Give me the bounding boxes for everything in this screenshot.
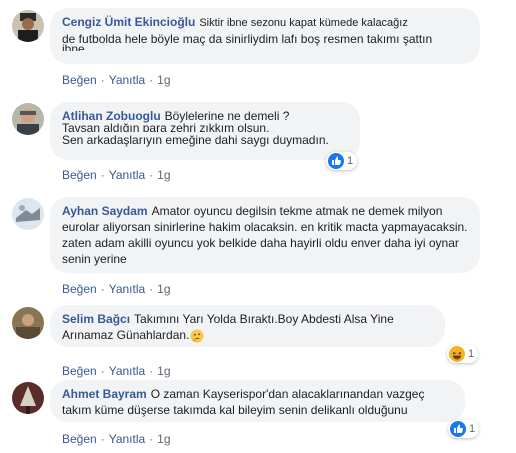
comment-time[interactable]: 1g [157,73,170,87]
comment-time[interactable]: 1g [157,282,170,296]
avatar[interactable] [12,307,44,339]
reply-button[interactable]: Yanıtla [109,282,145,296]
like-button[interactable]: Beğen [62,73,97,87]
comment-author[interactable]: Cengiz Ümit Ekincioğlu [62,15,195,29]
comment-5: Ahmet Bayram O zaman Kayserispor'dan alac… [0,376,516,453]
comment-actions: Beğen · Yanıtla · 1g [62,73,171,87]
comment-text: Tavşan aldığın para zehri zıkkım olsun. [62,121,270,132]
thinking-face-emoji [190,329,204,343]
comment-bubble: Selim Bağcı Takımını Yarı Yolda Bıraktı.B… [50,305,445,347]
like-icon [450,421,466,437]
avatar[interactable] [12,10,44,42]
comment-bubble: Ahmet Bayram O zaman Kayserispor'dan alac… [50,380,465,422]
like-button[interactable]: Beğen [62,432,97,446]
comment-bubble: Atlihan Zobuoglu Böylelerine ne demeli ? … [50,102,360,160]
reply-button[interactable]: Yanıtla [109,168,145,182]
comment-author[interactable]: Selim Bağcı [62,312,130,326]
reply-button[interactable]: Yanıtla [109,73,145,87]
comment-actions: Beğen · Yanıtla · 1g [62,282,171,296]
comment-time[interactable]: 1g [157,168,170,182]
like-icon [328,153,344,169]
like-button[interactable]: Beğen [62,168,97,182]
reaction-count: 1 [347,155,354,167]
reaction-summary[interactable]: 1 [448,420,480,438]
avatar[interactable] [12,382,44,414]
reaction-summary[interactable]: 1 [326,152,358,170]
comment-bubble: Cengiz Ümit Ekincioğlu Siktir ibne sezonu… [50,8,480,64]
comment-bubble: Ayhan Saydam Amator oyuncu degilsin tekme… [50,197,480,273]
comment-text: Siktir ibne sezonu kapat kümede kalacağı… [199,17,408,29]
reply-button[interactable]: Yanıtla [109,432,145,446]
comment-2: Atlihan Zobuoglu Böylelerine ne demeli ? … [0,96,516,186]
like-button[interactable]: Beğen [62,282,97,296]
haha-icon [449,346,465,362]
comment-text: de futbolda hele böyle maç da sinirliydi… [62,32,433,46]
comment-author[interactable]: Ahmet Bayram [62,387,147,401]
reaction-count: 1 [468,348,475,360]
avatar[interactable] [12,103,44,135]
reaction-summary[interactable]: 1 [447,345,479,363]
comment-1: Cengiz Ümit Ekincioğlu Siktir ibne sezonu… [0,0,516,90]
comment-4: Selim Bağcı Takımını Yarı Yolda Bıraktı.B… [0,300,516,380]
comment-author[interactable]: Ayhan Saydam [62,204,148,218]
comment-time[interactable]: 1g [157,432,170,446]
avatar[interactable] [12,198,44,230]
comment-actions: Beğen · Yanıtla · 1g [62,168,171,182]
reaction-count: 1 [469,423,476,435]
comment-text: Sen arkadaşlarıyın emeğine dahi saygı du… [62,133,329,147]
comment-3: Ayhan Saydam Amator oyuncu degilsin tekme… [0,192,516,296]
comment-actions: Beğen · Yanıtla · 1g [62,432,171,446]
